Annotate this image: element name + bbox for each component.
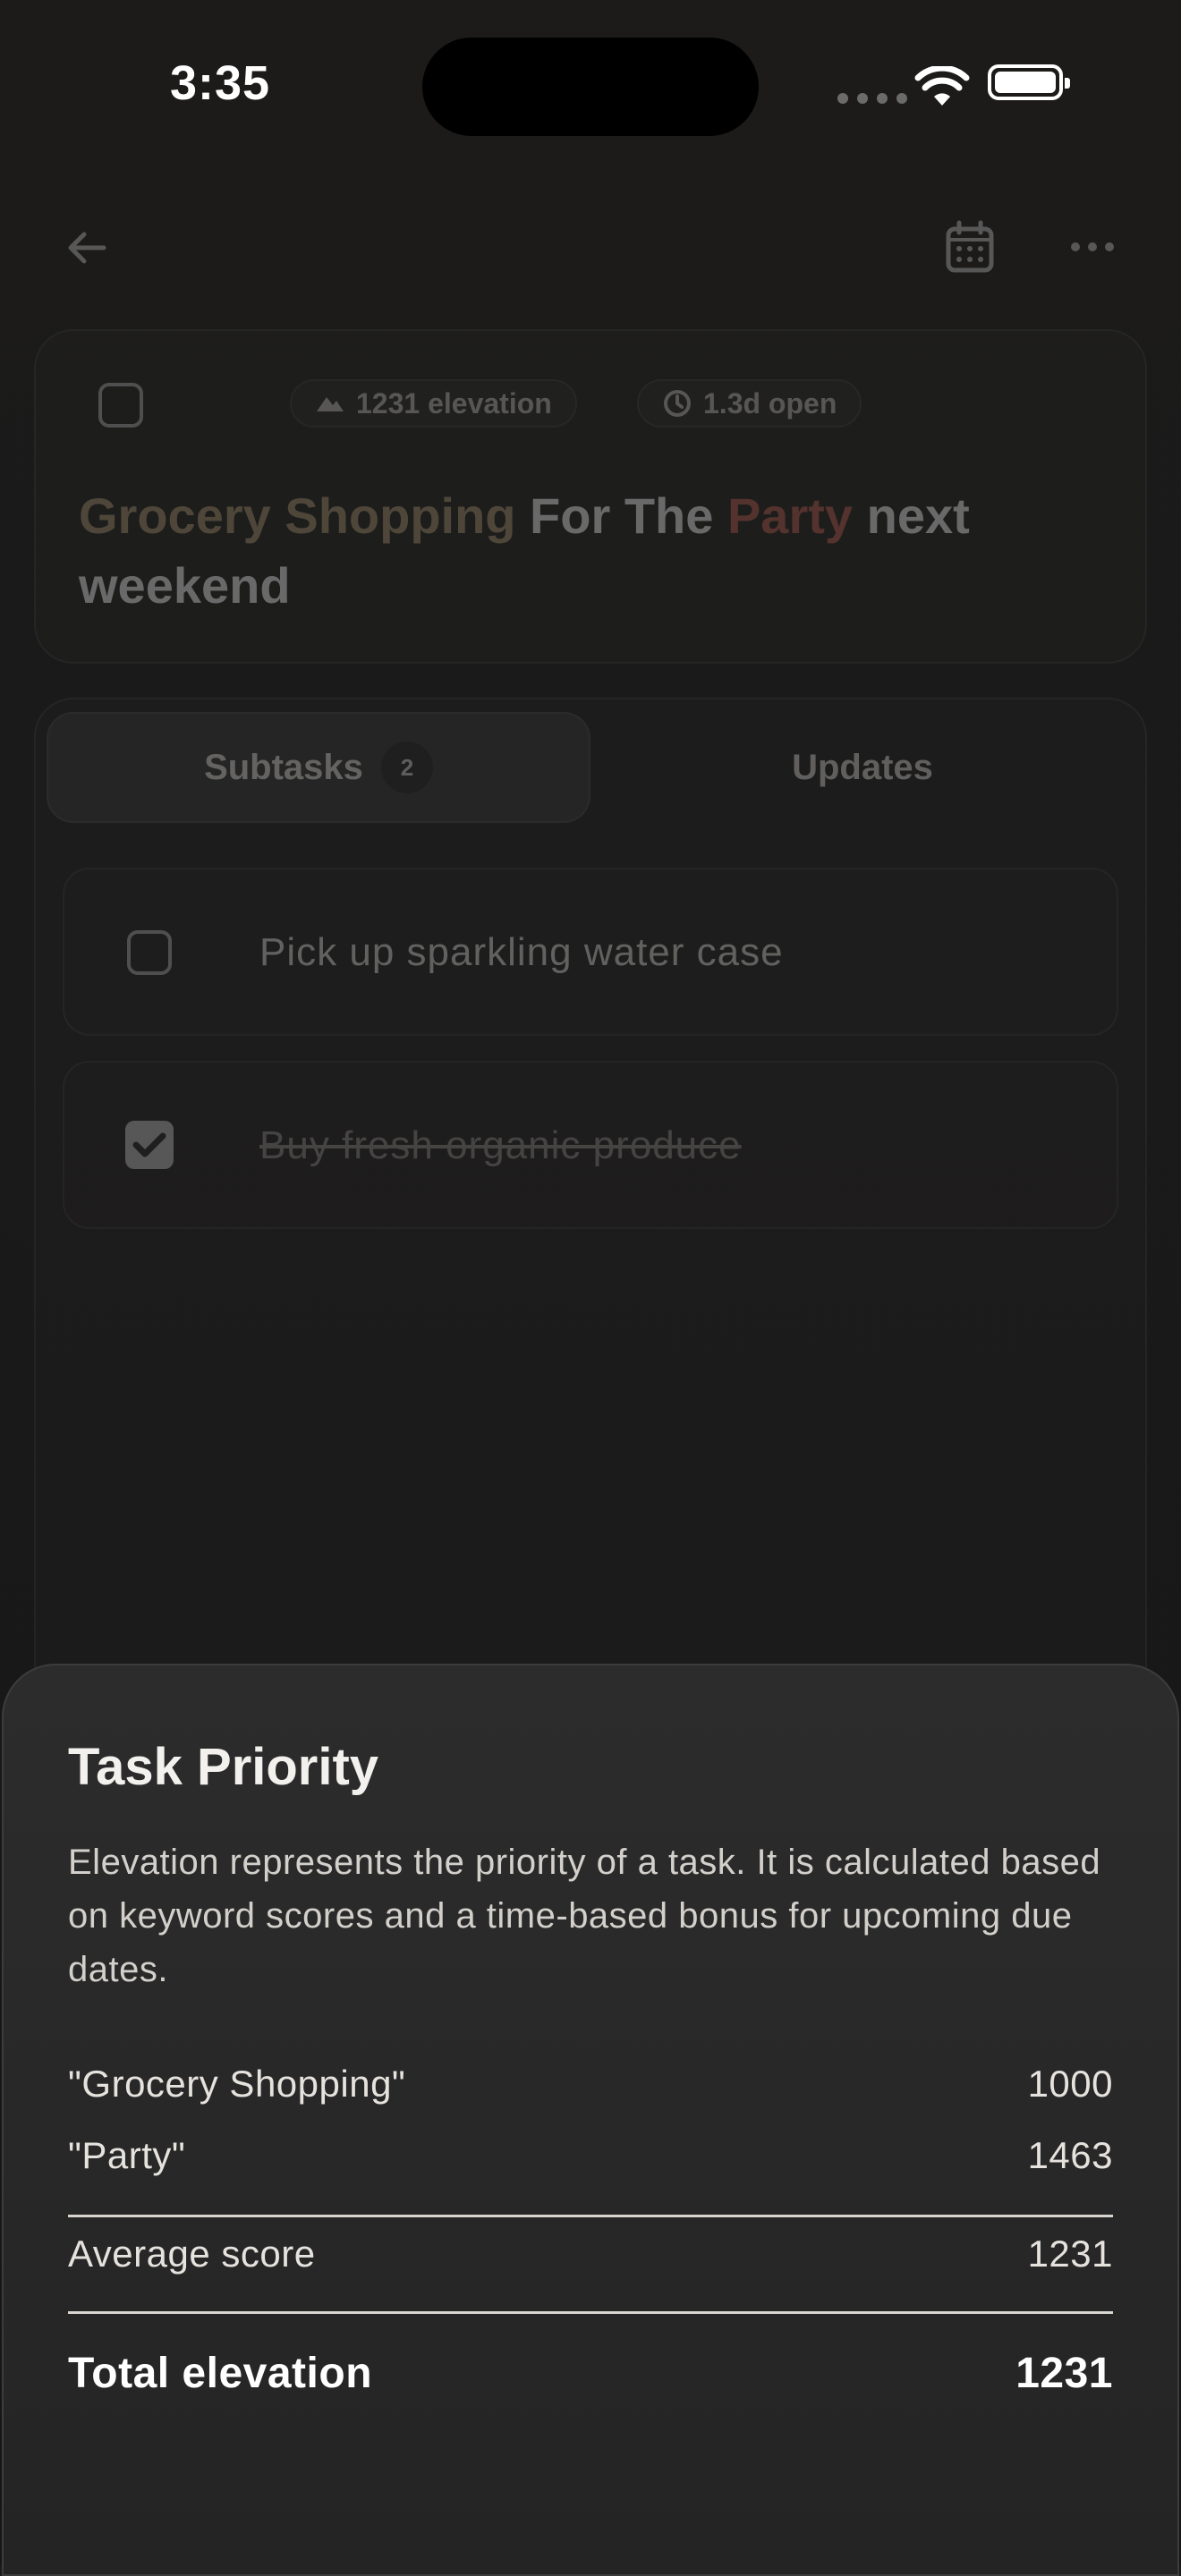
tabs-panel	[34, 698, 1147, 1771]
keyword-score: 1000	[1027, 2063, 1113, 2105]
dynamic-island	[422, 38, 759, 136]
elevation-chip[interactable]: 1231 elevation	[290, 379, 577, 428]
tab-updates[interactable]: Updates	[590, 712, 1134, 823]
total-elevation-row: Total elevation 1231	[68, 2349, 1113, 2398]
keyword-label: "Grocery Shopping"	[68, 2063, 406, 2105]
title-text: For The	[515, 487, 727, 544]
task-priority-sheet	[2, 1664, 1179, 2576]
subtask-label-done: Buy fresh organic produce	[259, 1123, 742, 1167]
checkmark-icon	[132, 1132, 166, 1157]
subtask-label: Pick up sparkling water case	[259, 930, 784, 974]
subtask-checkbox[interactable]	[127, 930, 172, 975]
total-elevation-label: Total elevation	[68, 2350, 373, 2397]
keyword-party: Party	[726, 487, 854, 544]
mountain-icon	[317, 397, 344, 411]
divider	[68, 2311, 1113, 2314]
tab-subtasks[interactable]: Subtasks 2	[47, 712, 590, 823]
battery-icon	[988, 64, 1070, 100]
keyword-score-row: "Grocery Shopping" 1000	[68, 2063, 1113, 2106]
average-score-label: Average score	[68, 2233, 316, 2275]
cellular-signal-icon	[837, 93, 907, 104]
divider	[68, 2215, 1113, 2217]
sheet-description: Elevation represents the priority of a t…	[68, 1843, 1101, 1989]
task-title[interactable]: Grocery Shopping For The Party next week…	[79, 481, 1099, 621]
average-score-row: Average score 1231	[68, 2233, 1113, 2275]
task-checkbox[interactable]	[98, 383, 143, 428]
open-duration-chip: 1.3d open	[637, 379, 862, 428]
keyword-label: "Party"	[68, 2134, 186, 2176]
open-duration-label: 1.3d open	[703, 386, 837, 419]
tab-subtasks-label: Subtasks	[204, 747, 363, 787]
more-horizontal-icon[interactable]	[1070, 238, 1115, 256]
sheet-title: Task Priority	[68, 1738, 379, 1796]
elevation-chip-label: 1231 elevation	[356, 386, 552, 419]
clock-icon	[664, 390, 691, 417]
wifi-icon	[914, 66, 970, 106]
total-elevation-value: 1231	[1015, 2350, 1113, 2397]
average-score-value: 1231	[1027, 2233, 1113, 2275]
arrow-left-icon[interactable]	[64, 225, 109, 270]
status-time: 3:35	[170, 56, 271, 110]
keyword-score-row: "Party" 1463	[68, 2134, 1113, 2177]
keyword-grocery-shopping: Grocery Shopping	[79, 487, 516, 544]
keyword-score: 1463	[1027, 2134, 1113, 2176]
calendar-icon[interactable]	[945, 220, 995, 274]
subtask-checkbox-checked[interactable]	[125, 1121, 174, 1169]
subtasks-count-badge: 2	[380, 741, 433, 793]
